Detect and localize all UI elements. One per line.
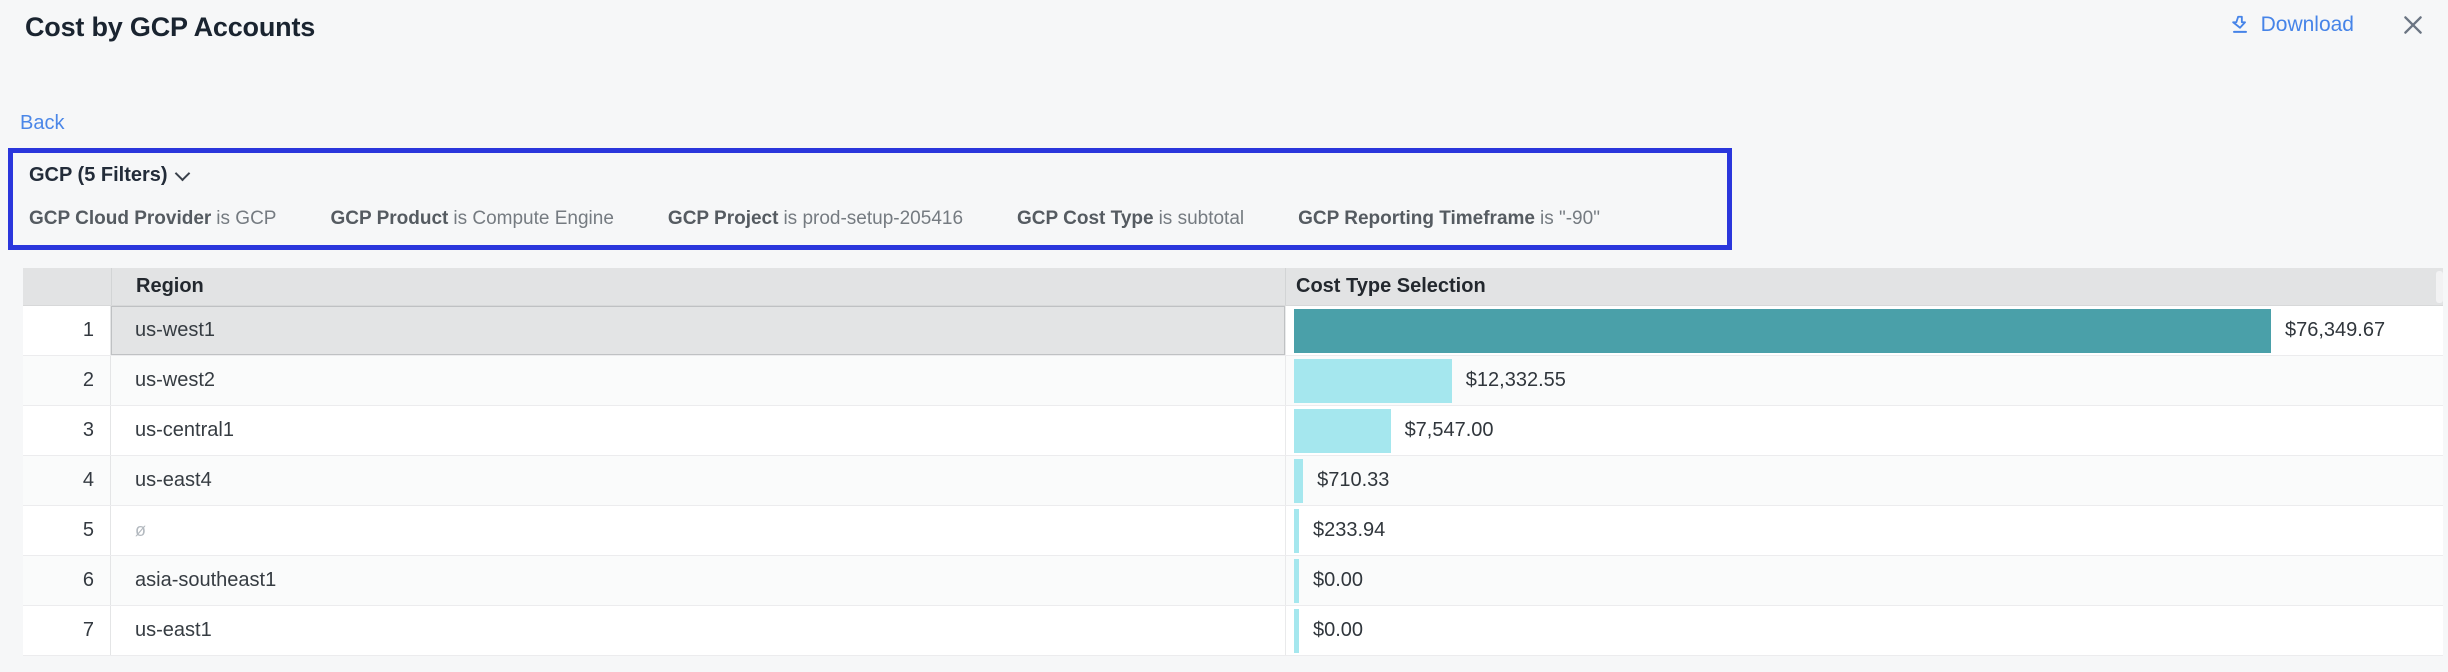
table-row[interactable]: 6 asia-southeast1 $0.00	[23, 556, 2443, 606]
download-label: Download	[2261, 13, 2354, 37]
cost-cell: $7,547.00	[1285, 406, 2443, 455]
region-cell[interactable]: asia-southeast1	[111, 556, 1285, 605]
cost-cell: $0.00	[1285, 606, 2443, 655]
corner-header-cell	[23, 268, 111, 305]
filter-field-name: GCP Product	[330, 208, 448, 229]
filter-field-value: is "-90"	[1540, 208, 1600, 229]
cost-value: $0.00	[1313, 619, 1363, 642]
row-number: 7	[23, 606, 111, 655]
region-cell[interactable]: us-central1	[111, 406, 1285, 455]
close-icon	[2400, 12, 2426, 38]
filter-condition: GCP Projectis prod-setup-205416	[668, 208, 963, 230]
filter-field-value: is GCP	[216, 208, 276, 229]
filter-field-name: GCP Cost Type	[1017, 208, 1154, 229]
table-row[interactable]: 2 us-west2 $12,332.55	[23, 356, 2443, 406]
cost-table: Region Cost Type Selection 1 us-west1 $7…	[23, 268, 2443, 656]
row-number: 2	[23, 356, 111, 405]
filter-condition: GCP Reporting Timeframeis "-90"	[1298, 208, 1600, 230]
table-body: 1 us-west1 $76,349.67 2 us-west2 $12,332…	[23, 306, 2443, 656]
cost-bar	[1294, 309, 2271, 353]
cost-cell: $710.33	[1285, 456, 2443, 505]
row-number: 6	[23, 556, 111, 605]
table-header: Region Cost Type Selection	[23, 268, 2443, 306]
cost-bar	[1294, 509, 1299, 553]
chevron-down-icon	[174, 165, 190, 181]
table-row[interactable]: 3 us-central1 $7,547.00	[23, 406, 2443, 456]
filter-condition: GCP Cloud Provideris GCP	[29, 208, 276, 230]
cost-value: $0.00	[1313, 569, 1363, 592]
filter-field-value: is subtotal	[1159, 208, 1245, 229]
cost-cell: $12,332.55	[1285, 356, 2443, 405]
table-row[interactable]: 5 ø $233.94	[23, 506, 2443, 556]
region-cell[interactable]: ø	[111, 506, 1285, 555]
filter-field-value: is prod-setup-205416	[783, 208, 963, 229]
region-cell[interactable]: us-west1	[111, 306, 1285, 355]
cost-value: $233.94	[1313, 519, 1385, 542]
cost-bar	[1294, 609, 1299, 653]
back-link[interactable]: Back	[20, 112, 64, 135]
filter-summary[interactable]: GCP (5 Filters)	[29, 164, 188, 187]
row-number: 4	[23, 456, 111, 505]
cost-value: $12,332.55	[1466, 369, 1566, 392]
table-row[interactable]: 1 us-west1 $76,349.67	[23, 306, 2443, 356]
cost-cell: $233.94	[1285, 506, 2443, 555]
table-row[interactable]: 7 us-east1 $0.00	[23, 606, 2443, 656]
filter-condition: GCP Cost Typeis subtotal	[1017, 208, 1244, 230]
filter-condition: GCP Productis Compute Engine	[330, 208, 613, 230]
filter-box: GCP (5 Filters) GCP Cloud Provideris GCP…	[8, 148, 1732, 250]
filter-field-name: GCP Project	[668, 208, 779, 229]
row-number: 3	[23, 406, 111, 455]
cost-bar	[1294, 459, 1303, 503]
scrollbar-track[interactable]	[2436, 271, 2443, 303]
row-number: 5	[23, 506, 111, 555]
cost-bar	[1294, 359, 1452, 403]
region-column-header[interactable]: Region	[111, 268, 1285, 305]
region-cell[interactable]: us-east4	[111, 456, 1285, 505]
region-cell[interactable]: us-east1	[111, 606, 1285, 655]
cost-value: $7,547.00	[1405, 419, 1494, 442]
download-icon	[2229, 14, 2251, 36]
filter-field-name: GCP Cloud Provider	[29, 208, 211, 229]
cost-cell: $0.00	[1285, 556, 2443, 605]
cost-bar	[1294, 559, 1299, 603]
cost-column-header[interactable]: Cost Type Selection	[1285, 268, 2443, 305]
close-button[interactable]	[2400, 12, 2426, 38]
page-title: Cost by GCP Accounts	[25, 12, 315, 43]
filter-summary-label: GCP (5 Filters)	[29, 164, 168, 187]
cost-cell: $76,349.67	[1285, 306, 2443, 355]
cost-bar	[1294, 409, 1391, 453]
cost-value: $76,349.67	[2285, 319, 2385, 342]
cost-value: $710.33	[1317, 469, 1389, 492]
top-actions: Download	[2229, 12, 2426, 38]
region-cell[interactable]: us-west2	[111, 356, 1285, 405]
cost-report-panel: Cost by GCP Accounts Download Back GCP (…	[0, 0, 2448, 672]
filter-field-name: GCP Reporting Timeframe	[1298, 208, 1535, 229]
filter-field-value: is Compute Engine	[453, 208, 614, 229]
row-number: 1	[23, 306, 111, 355]
table-row[interactable]: 4 us-east4 $710.33	[23, 456, 2443, 506]
download-button[interactable]: Download	[2229, 13, 2354, 37]
filter-list: GCP Cloud Provideris GCP GCP Productis C…	[29, 208, 1711, 230]
